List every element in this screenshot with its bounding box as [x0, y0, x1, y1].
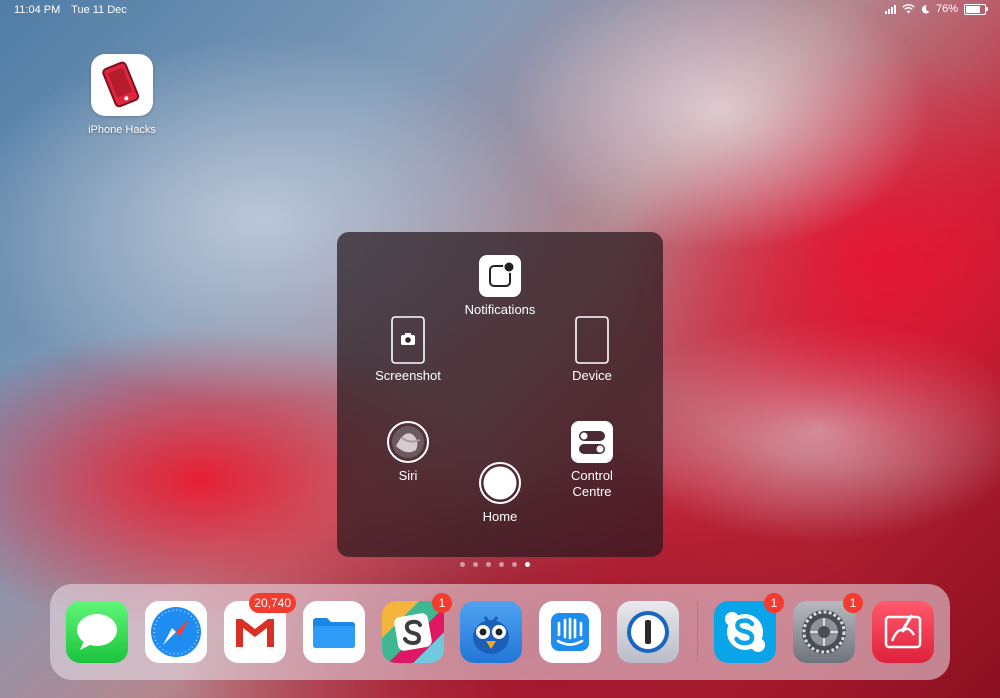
- settings-badge: 1: [843, 593, 863, 613]
- page-dot: [460, 562, 465, 567]
- dock-app-files[interactable]: [303, 601, 365, 663]
- dock-app-settings[interactable]: 1: [793, 593, 863, 663]
- dock-app-gmail[interactable]: 20,740: [224, 593, 296, 663]
- home-button[interactable]: Home: [450, 461, 550, 525]
- slack-badge: 1: [432, 593, 452, 613]
- siri-button[interactable]: Siri: [358, 420, 458, 484]
- page-dot: [512, 562, 517, 567]
- status-bar: 11:04 PM Tue 11 Dec 76%: [0, 0, 1000, 20]
- cellular-signal-icon: [884, 4, 896, 14]
- spark-design-icon: [884, 614, 922, 649]
- home-icon: [479, 462, 521, 504]
- page-dot: [473, 562, 478, 567]
- status-date: Tue 11 Dec: [71, 4, 127, 16]
- control-centre-label-line2: Centre: [572, 484, 612, 499]
- status-time: 11:04 PM: [14, 4, 61, 16]
- notifications-label: Notifications: [464, 302, 536, 317]
- device-icon: [575, 316, 609, 364]
- screenshot-icon: [391, 316, 425, 364]
- safari-compass-icon: [151, 607, 201, 657]
- do-not-disturb-moon-icon: [921, 4, 930, 13]
- battery-icon: [964, 3, 988, 15]
- screenshot-button[interactable]: Screenshot: [358, 316, 458, 384]
- dock-app-1password[interactable]: [617, 601, 679, 663]
- wifi-icon: [902, 4, 915, 14]
- notifications-icon: [479, 255, 521, 297]
- page-dot: [486, 562, 491, 567]
- files-folder-icon: [313, 618, 355, 648]
- screenshot-label: Screenshot: [375, 368, 441, 383]
- dock-app-spark-design[interactable]: [872, 601, 934, 663]
- siri-label: Siri: [398, 468, 418, 483]
- home-label: Home: [482, 509, 518, 524]
- device-button[interactable]: Device: [542, 316, 642, 384]
- assistive-touch-menu: Notifications Screenshot Device Siri Hom…: [337, 232, 663, 557]
- page-dot: [499, 562, 504, 567]
- dock-app-intercom[interactable]: [539, 601, 601, 663]
- iphone-hacks-app-icon: [91, 54, 153, 116]
- battery-percentage: 76%: [935, 3, 958, 15]
- page-indicator[interactable]: [460, 562, 530, 567]
- siri-icon: [387, 421, 429, 463]
- dock-app-tweetbot[interactable]: [460, 601, 522, 663]
- dock-app-slack[interactable]: 1: [382, 593, 452, 663]
- 1password-icon: [627, 611, 669, 653]
- page-dot-active: [525, 562, 530, 567]
- app-label: iPhone Hacks: [88, 124, 156, 136]
- messages-icon: [77, 614, 117, 650]
- control-centre-button[interactable]: Control Centre: [542, 420, 642, 500]
- device-label: Device: [572, 368, 612, 383]
- gmail-badge: 20,740: [249, 593, 296, 613]
- home-app-iphone-hacks[interactable]: iPhone Hacks: [82, 54, 162, 136]
- control-centre-label-line1: Control: [571, 468, 613, 483]
- skype-badge: 1: [764, 593, 784, 613]
- dock-app-messages[interactable]: [66, 601, 128, 663]
- control-centre-icon: [571, 421, 613, 463]
- dock-app-skype[interactable]: 1: [714, 593, 784, 663]
- intercom-icon: [551, 613, 589, 651]
- tweetbot-bird-icon: [473, 616, 509, 654]
- dock-divider: [697, 602, 698, 662]
- dock: 20,740 1 1 1: [50, 584, 950, 680]
- dock-app-safari[interactable]: [145, 601, 207, 663]
- notifications-button[interactable]: Notifications: [450, 254, 550, 318]
